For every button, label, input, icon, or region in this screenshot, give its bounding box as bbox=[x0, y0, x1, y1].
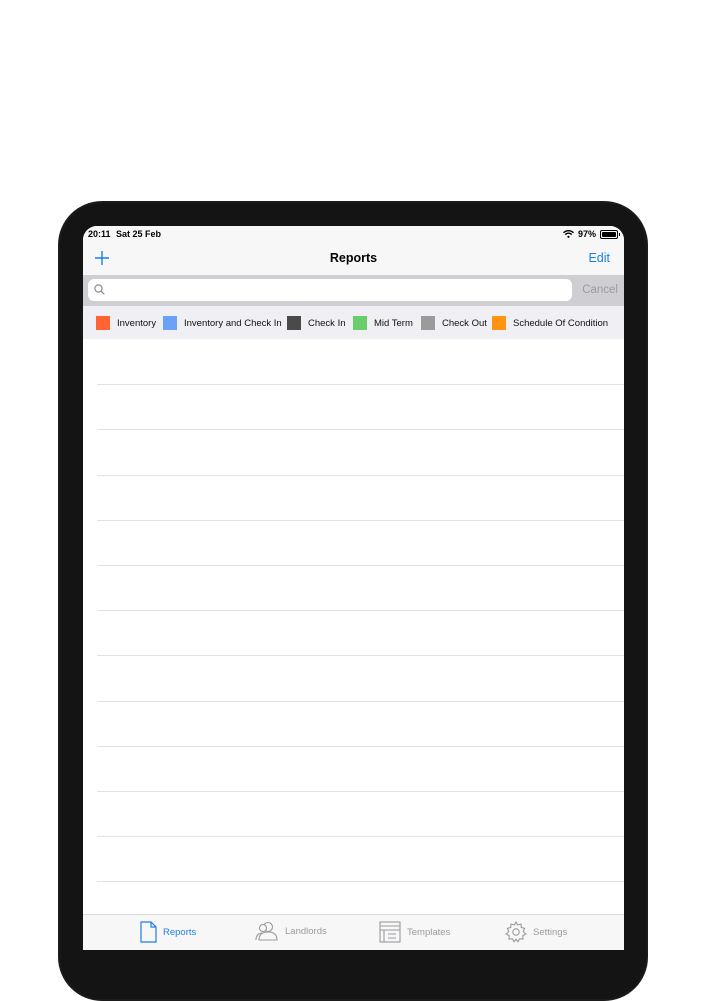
legend-label: Check Out bbox=[442, 317, 487, 329]
legend-label: Inventory bbox=[117, 317, 157, 329]
legend-item-check-in: Check In bbox=[287, 316, 346, 330]
app-screen: 20:11 Sat 25 Feb 97% Reports Edit Cancel… bbox=[83, 226, 624, 950]
list-separator bbox=[97, 429, 624, 431]
list-separator bbox=[97, 791, 624, 792]
legend-swatch bbox=[421, 316, 435, 330]
search-bar: Cancel bbox=[83, 275, 624, 306]
people-icon bbox=[255, 921, 278, 941]
search-field[interactable] bbox=[88, 279, 572, 301]
tab-label: Landlords bbox=[285, 925, 327, 937]
battery-icon bbox=[600, 229, 620, 239]
list-separator bbox=[97, 384, 624, 386]
legend-label: Mid Term bbox=[374, 317, 413, 329]
list-separator bbox=[97, 655, 624, 657]
legend-swatch bbox=[96, 316, 110, 330]
tab-landlords[interactable]: Landlords bbox=[255, 921, 327, 941]
legend-label: Schedule Of Condition bbox=[513, 317, 609, 329]
legend-swatch bbox=[492, 316, 506, 330]
list-separator bbox=[97, 519, 624, 521]
legend-item-inventory: Inventory bbox=[96, 316, 156, 330]
tab-label: Settings bbox=[533, 926, 568, 938]
template-icon bbox=[379, 921, 401, 943]
status-right: 97% bbox=[562, 229, 620, 239]
list-separator bbox=[97, 745, 624, 747]
legend-swatch bbox=[163, 316, 177, 330]
legend-item-inventory-check-in: Inventory and Check In bbox=[163, 316, 282, 330]
legend-item-schedule-of-condition: Schedule Of Condition bbox=[492, 316, 608, 330]
search-input[interactable] bbox=[110, 281, 564, 301]
edit-button[interactable]: Edit bbox=[588, 251, 610, 265]
list-separator bbox=[97, 610, 624, 612]
cancel-button[interactable]: Cancel bbox=[582, 284, 618, 296]
list-separator bbox=[97, 565, 624, 566]
report-type-legend: Inventory Inventory and Check In Check I… bbox=[83, 306, 624, 339]
document-icon bbox=[140, 921, 157, 943]
navigation-bar: Reports Edit bbox=[83, 242, 624, 275]
tab-label: Reports bbox=[163, 926, 197, 938]
report-list[interactable] bbox=[83, 339, 624, 914]
legend-item-check-out: Check Out bbox=[421, 316, 487, 330]
status-date: Sat 25 Feb bbox=[116, 229, 162, 239]
battery-percent: 97% bbox=[577, 229, 596, 239]
legend-swatch bbox=[287, 316, 301, 330]
legend-label: Check In bbox=[308, 317, 346, 329]
gear-icon bbox=[505, 921, 527, 943]
list-separator bbox=[97, 474, 624, 476]
list-separator bbox=[97, 881, 624, 883]
legend-item-mid-term: Mid Term bbox=[353, 316, 413, 330]
status-bar: 20:11 Sat 25 Feb 97% bbox=[83, 226, 624, 242]
tab-templates[interactable]: Templates bbox=[379, 921, 450, 943]
legend-label: Inventory and Check In bbox=[184, 317, 282, 329]
wifi-icon bbox=[562, 230, 574, 238]
battery-fill bbox=[602, 231, 616, 237]
tab-bar: Reports Landlords Templates Settings bbox=[83, 914, 624, 950]
list-separator bbox=[97, 836, 624, 838]
tab-settings[interactable]: Settings bbox=[505, 921, 567, 943]
list-separator bbox=[97, 700, 624, 702]
status-time: 20:11 bbox=[88, 229, 111, 239]
search-icon bbox=[94, 284, 105, 295]
page-title: Reports bbox=[329, 251, 378, 265]
tab-label: Templates bbox=[407, 926, 451, 938]
tab-reports[interactable]: Reports bbox=[140, 921, 196, 943]
legend-swatch bbox=[353, 316, 367, 330]
